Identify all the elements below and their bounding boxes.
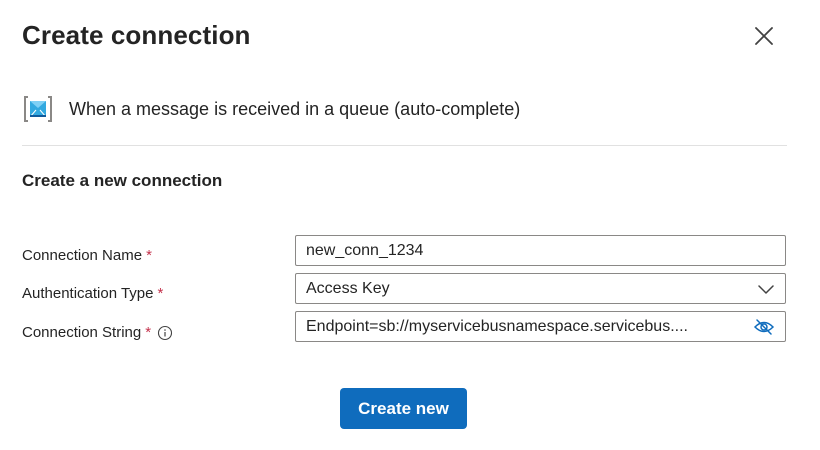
eye-hide-icon[interactable] [753, 318, 775, 336]
auth-type-label: Authentication Type * [22, 285, 164, 302]
required-marker: * [146, 247, 152, 264]
divider [22, 145, 787, 146]
create-new-button[interactable]: Create new [340, 388, 467, 429]
auth-type-selected: Access Key [306, 279, 390, 297]
connection-name-input[interactable] [306, 241, 775, 260]
connection-string-field[interactable]: Endpoint=sb://myservicebusnamespace.serv… [295, 311, 786, 342]
chevron-down-icon [757, 280, 775, 298]
info-icon[interactable] [157, 325, 173, 341]
dialog-title: Create connection [22, 20, 251, 50]
close-icon [755, 27, 773, 45]
connection-string-label: Connection String * [22, 324, 173, 341]
trigger-row: When a message is received in a queue (a… [22, 93, 520, 125]
required-marker: * [157, 285, 164, 302]
required-marker: * [145, 324, 152, 341]
connection-string-value[interactable]: Endpoint=sb://myservicebusnamespace.serv… [306, 318, 753, 336]
service-bus-queue-icon [24, 96, 52, 122]
trigger-label: When a message is received in a queue (a… [69, 98, 521, 119]
connection-name-field[interactable] [295, 235, 786, 266]
close-button[interactable] [748, 20, 780, 52]
section-title: Create a new connection [22, 171, 223, 190]
auth-type-dropdown[interactable]: Access Key [295, 273, 786, 304]
connection-name-label: Connection Name * [22, 247, 152, 264]
